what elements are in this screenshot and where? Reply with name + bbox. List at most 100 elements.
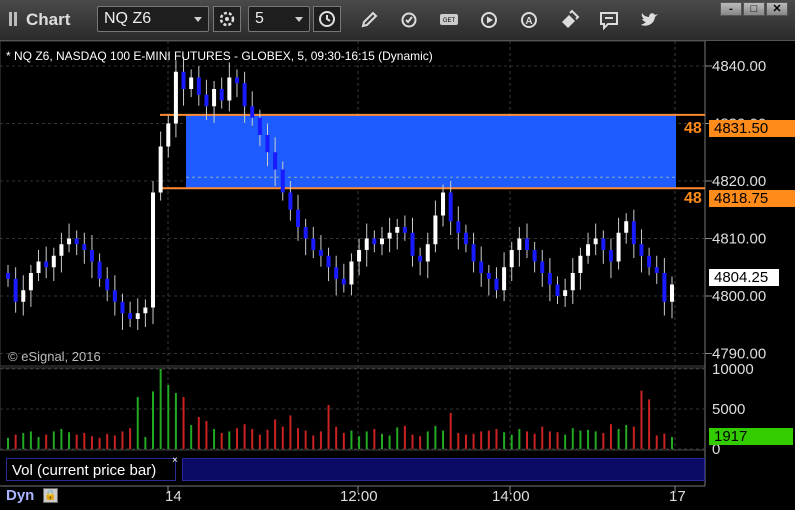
candle-body — [196, 77, 201, 95]
candle-body — [112, 290, 117, 302]
candle-body — [311, 238, 316, 250]
candle-body — [402, 227, 407, 233]
candle-body — [28, 273, 33, 291]
time-label-14: 14 — [165, 488, 182, 505]
candle-body — [593, 238, 598, 245]
candle-body — [639, 244, 644, 256]
candle-body — [51, 255, 56, 268]
candle-body — [670, 284, 674, 302]
settings-icon — [219, 11, 235, 27]
candle-body — [181, 71, 186, 89]
candle-body — [326, 255, 331, 268]
candle-body — [128, 313, 133, 319]
candle-body — [82, 244, 87, 250]
dynamic-label[interactable]: Dyn — [6, 487, 34, 504]
candle-body — [418, 255, 423, 262]
interval-dropdown[interactable]: 5 — [248, 6, 310, 32]
candle-body — [570, 273, 575, 291]
current-price-tag: 4804.25 — [709, 269, 779, 286]
price-axis-label: 4840.00 — [712, 58, 766, 75]
candle-body — [479, 261, 484, 273]
price-axis-label: 4810.00 — [712, 231, 766, 248]
price-chart[interactable]: 4840.004830.004820.004810.004800.004790.… — [0, 41, 795, 510]
eraser-icon[interactable] — [558, 9, 580, 31]
candle-body — [6, 273, 10, 279]
candle-body — [379, 238, 384, 245]
symbol-value: NQ Z6 — [104, 10, 152, 27]
candle-body — [189, 77, 194, 89]
candle-body — [135, 313, 140, 319]
price-axis-label: 4790.00 — [712, 346, 766, 363]
twitter-icon[interactable] — [638, 9, 660, 31]
svg-text:A: A — [525, 16, 532, 27]
close-icon[interactable]: × — [172, 455, 178, 466]
candle-body — [227, 77, 232, 101]
volume-study-strip — [182, 458, 705, 481]
candle-body — [349, 261, 354, 285]
app-title: Chart — [26, 10, 71, 29]
candle-body — [242, 83, 247, 107]
candle-body — [204, 94, 209, 107]
candle-body — [334, 267, 339, 279]
candle-body — [341, 278, 346, 285]
candle-body — [21, 290, 26, 302]
volume-study-label[interactable]: Vol (current price bar) — [6, 458, 176, 481]
candle-body — [441, 192, 446, 216]
pencil-icon[interactable] — [358, 9, 380, 31]
candle-body — [318, 250, 323, 256]
candle-body — [601, 238, 606, 250]
candle-body — [456, 221, 461, 233]
maximize-button[interactable]: □ — [743, 2, 765, 16]
time-label-1400: 14:00 — [492, 488, 530, 505]
candle-body — [67, 238, 72, 245]
interval-clock-button[interactable] — [313, 6, 341, 32]
upper-level-tag: 4831.50 — [709, 120, 795, 137]
minimize-button[interactable]: - — [720, 2, 742, 16]
candle-body — [540, 261, 545, 273]
candle-body — [234, 77, 239, 84]
upper-level-label: 48 — [684, 120, 702, 137]
candle-body — [13, 278, 18, 302]
get-icon[interactable]: GET — [438, 9, 460, 31]
candle-body — [563, 290, 568, 296]
refresh-icon[interactable] — [398, 9, 420, 31]
symbol-settings-button[interactable] — [213, 6, 241, 32]
a-icon[interactable]: A — [518, 9, 540, 31]
lock-icon[interactable]: 🔒 — [43, 488, 58, 503]
candlestick-series — [6, 56, 674, 330]
support-resistance-zone — [160, 113, 705, 190]
app-grip-icon[interactable] — [8, 10, 22, 28]
chat-icon[interactable] — [598, 9, 620, 31]
candle-body — [586, 244, 591, 256]
candle-body — [105, 278, 110, 291]
candle-body — [509, 250, 514, 268]
candle-body — [517, 238, 522, 250]
volume-axis-label: 10000 — [712, 361, 754, 378]
svg-text:GET: GET — [443, 18, 456, 24]
candle-body — [296, 209, 301, 227]
candle-body — [89, 250, 94, 262]
candle-body — [36, 261, 41, 273]
chevron-down-icon — [194, 17, 202, 22]
time-label-1200: 12:00 — [340, 488, 378, 505]
candle-body — [502, 267, 507, 291]
candle-body — [288, 192, 293, 210]
candle-body — [212, 89, 217, 107]
close-button[interactable]: ✕ — [766, 2, 788, 16]
candle-body — [471, 244, 476, 262]
candle-body — [265, 135, 270, 153]
candle-body — [97, 261, 102, 279]
candle-body — [166, 123, 171, 147]
clock-icon — [319, 11, 335, 27]
price-pane-border — [0, 41, 706, 367]
play-icon[interactable] — [478, 9, 500, 31]
chart-description: * NQ Z6, NASDAQ 100 E-MINI FUTURES - GLO… — [6, 49, 433, 63]
symbol-dropdown[interactable]: NQ Z6 — [97, 6, 209, 32]
candle-body — [395, 227, 400, 233]
candle-body — [662, 273, 667, 302]
candle-body — [547, 273, 552, 285]
candle-body — [257, 117, 262, 135]
candle-body — [624, 221, 629, 233]
candle-body — [448, 192, 453, 222]
candle-body — [532, 250, 537, 262]
